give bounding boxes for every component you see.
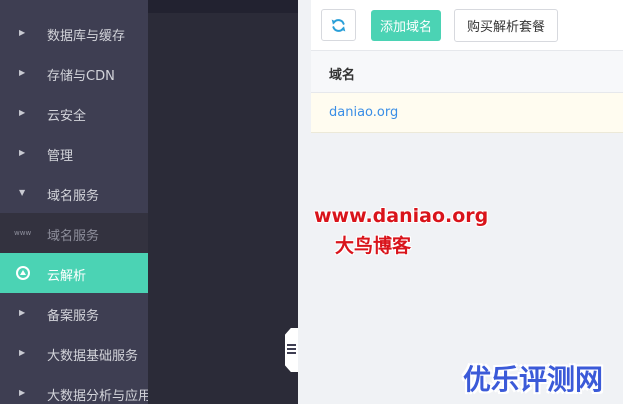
table-header: 域名 [311, 51, 623, 93]
watermark-blog-name: 大鸟博客 [335, 235, 412, 257]
sidebar-item-management[interactable]: ▶ 管理 [0, 133, 148, 173]
sidebar-item-label: 数据库与缓存 [47, 29, 126, 44]
sidebar-item-label: 大数据分析与应用 [47, 389, 152, 404]
sidebar-item-domain-services[interactable]: ▼ 域名服务 [0, 173, 148, 213]
collapse-sidebar-handle[interactable] [285, 328, 298, 372]
chevron-right-icon: ▶ [19, 388, 26, 397]
sidebar-item-bigdata-analytics[interactable]: ▶ 大数据分析与应用 [0, 373, 152, 404]
www-icon: www [14, 229, 32, 237]
chevron-right-icon: ▶ [19, 148, 26, 157]
sidebar-item-bigdata-basic[interactable]: ▶ 大数据基础服务 [0, 333, 148, 373]
domain-table: 域名 daniao.org [311, 51, 623, 133]
sidebar-item-label: 云解析 [47, 269, 87, 284]
sidebar-item-filing-services[interactable]: ▶ 备案服务 [0, 293, 148, 333]
domain-link[interactable]: daniao.org [329, 105, 398, 120]
add-domain-button[interactable]: 添加域名 [371, 10, 441, 41]
chevron-right-icon: ▶ [19, 68, 26, 77]
sidebar-item-label: 备案服务 [47, 309, 100, 324]
sidebar-item-cloud-dns[interactable]: 云解析 [0, 253, 148, 293]
watermark-brand: 优乐评测网 [463, 363, 604, 396]
sidebar-item-database-cache[interactable]: ▶ 数据库与缓存 [0, 13, 148, 53]
sidebar: ▶ 数据库与缓存 ▶ 存储与CDN ▶ 云安全 ▶ 管理 ▼ 域名服务 www … [0, 0, 152, 404]
refresh-button[interactable] [321, 9, 356, 41]
sidebar-top-strip [0, 0, 148, 13]
cloud-dns-icon [16, 266, 30, 280]
sidebar-item-label: 域名服务 [47, 189, 100, 204]
sidebar-item-label: 存储与CDN [47, 69, 115, 84]
sidebar-item-label: 管理 [47, 149, 74, 164]
chevron-right-icon: ▶ [19, 108, 26, 117]
main-content: 添加域名 购买解析套餐 域名 daniao.org [311, 0, 623, 404]
sidebar-item-label: 域名服务 [47, 229, 100, 244]
table-row[interactable]: daniao.org [311, 93, 623, 133]
refresh-icon [331, 18, 346, 32]
toolbar: 添加域名 购买解析套餐 [311, 0, 623, 51]
sidebar-item-label: 云安全 [47, 109, 87, 124]
chevron-right-icon: ▶ [19, 308, 26, 317]
sidebar-item-storage-cdn[interactable]: ▶ 存储与CDN [0, 53, 148, 93]
chevron-right-icon: ▶ [19, 348, 26, 357]
top-bar [148, 0, 298, 13]
sidebar-item-cloud-security[interactable]: ▶ 云安全 [0, 93, 148, 133]
secondary-panel [148, 0, 298, 404]
buy-dns-package-button[interactable]: 购买解析套餐 [454, 9, 558, 42]
watermark-url: www.daniao.org [314, 205, 489, 227]
menu-grip-icon [287, 344, 296, 354]
chevron-down-icon: ▼ [19, 188, 26, 197]
chevron-right-icon: ▶ [19, 28, 26, 37]
column-header-domain: 域名 [329, 68, 356, 83]
sidebar-item-label: 大数据基础服务 [47, 349, 139, 364]
sidebar-subitem-domain-services[interactable]: www 域名服务 [0, 213, 148, 253]
